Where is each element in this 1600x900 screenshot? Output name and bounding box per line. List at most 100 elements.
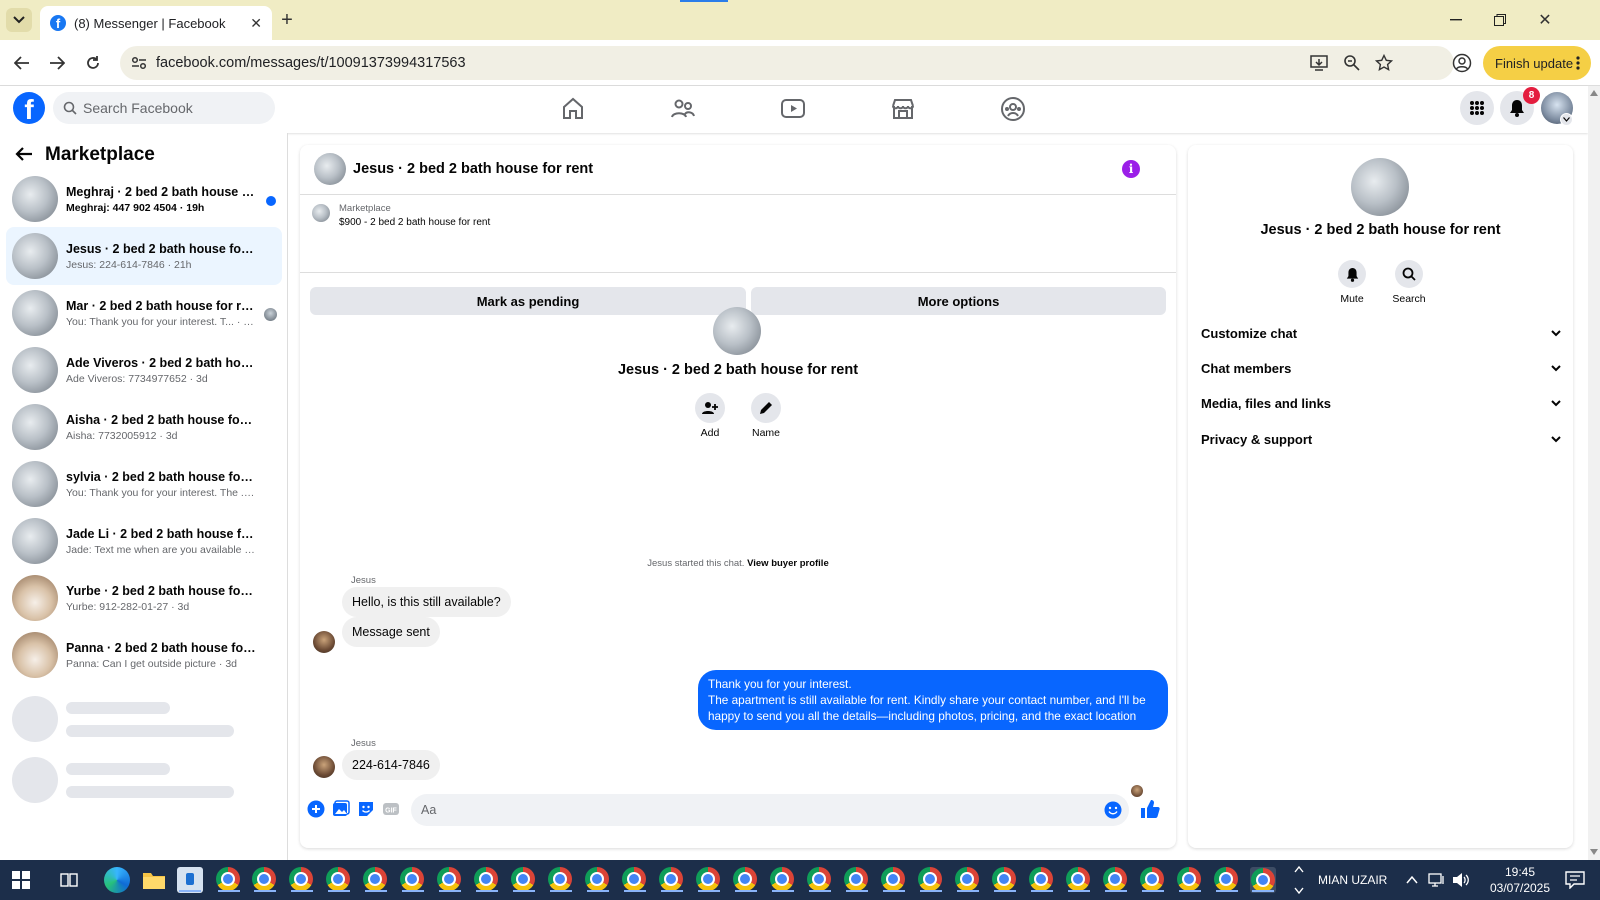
network-icon[interactable] (1428, 872, 1446, 888)
home-icon[interactable] (560, 96, 586, 122)
close-tab-icon[interactable]: ✕ (250, 15, 262, 32)
media-files-links-section[interactable]: Media, files and links (1201, 388, 1561, 418)
chrome-window-button[interactable] (216, 867, 242, 893)
incoming-message[interactable]: 224-614-7846 (342, 750, 440, 780)
details-avatar[interactable] (1351, 158, 1409, 216)
profile-icon[interactable] (1452, 53, 1472, 73)
site-settings-icon[interactable] (131, 56, 147, 70)
chrome-window-button[interactable] (437, 867, 463, 893)
thumbs-up-icon[interactable] (1140, 799, 1160, 819)
chrome-window-button[interactable] (881, 867, 907, 893)
menu-button[interactable] (1460, 91, 1494, 125)
chrome-window-button[interactable] (363, 867, 389, 893)
chrome-window-button[interactable] (1140, 867, 1166, 893)
chrome-window-button[interactable] (400, 867, 426, 893)
more-options-button[interactable]: More options (751, 287, 1166, 315)
conversation-item[interactable]: Yurbe · 2 bed 2 bath house for rent Yurbe… (6, 569, 282, 627)
clock-time[interactable]: 19:45 (1490, 865, 1550, 879)
chat-title[interactable]: Jesus · 2 bed 2 bath house for rent (353, 161, 593, 177)
reload-button[interactable] (81, 51, 105, 75)
buyer-profile-avatar[interactable] (713, 307, 761, 355)
chrome-window-button[interactable] (733, 867, 759, 893)
incoming-message[interactable]: Message sent (342, 617, 440, 647)
windows-start-icon[interactable] (12, 871, 30, 889)
privacy-support-section[interactable]: Privacy & support (1201, 424, 1561, 454)
listing-price[interactable]: $900 - 2 bed 2 bath house for rent (339, 217, 490, 228)
chrome-window-button[interactable] (696, 867, 722, 893)
info-icon[interactable]: i (1122, 160, 1140, 178)
chrome-window-button[interactable] (1029, 867, 1055, 893)
marketplace-icon[interactable] (890, 96, 916, 122)
zoom-icon[interactable] (1343, 54, 1361, 72)
chrome-window-button[interactable] (622, 867, 648, 893)
close-window-button[interactable]: ✕ (1533, 8, 1557, 32)
chrome-window-button[interactable] (548, 867, 574, 893)
scroll-up-icon[interactable] (1590, 90, 1598, 96)
watch-video-icon[interactable] (780, 96, 806, 122)
customize-chat-section[interactable]: Customize chat (1201, 318, 1561, 348)
chrome-window-button[interactable] (1177, 867, 1203, 893)
volume-icon[interactable] (1452, 872, 1470, 888)
taskbar-username[interactable]: MIAN UZAIR (1318, 873, 1387, 887)
facebook-search-input[interactable]: Search Facebook (53, 92, 275, 124)
address-bar[interactable]: facebook.com/messages/t/1009137399431756… (120, 46, 1454, 80)
listing-thumbnail[interactable] (312, 204, 330, 222)
back-button[interactable] (10, 51, 34, 75)
chrome-window-button[interactable] (474, 867, 500, 893)
chrome-window-button[interactable] (659, 867, 685, 893)
forward-button[interactable] (45, 51, 69, 75)
gif-icon[interactable]: GIF (382, 800, 400, 818)
chat-members-section[interactable]: Chat members (1201, 353, 1561, 383)
photo-icon[interactable] (332, 800, 350, 818)
friends-icon[interactable] (670, 96, 696, 122)
chrome-window-button[interactable] (1103, 867, 1129, 893)
mark-as-pending-button[interactable]: Mark as pending (310, 287, 746, 315)
chrome-window-button-active[interactable] (1250, 867, 1276, 893)
conversation-item[interactable]: Aisha · 2 bed 2 bath house for rent Aisha… (6, 398, 282, 456)
file-explorer-icon[interactable] (141, 867, 167, 893)
sender-avatar[interactable] (313, 631, 335, 653)
add-people-button[interactable] (695, 393, 725, 423)
chevron-up-icon[interactable] (1406, 875, 1418, 884)
facebook-logo[interactable]: f (13, 92, 45, 124)
plus-circle-icon[interactable] (307, 800, 325, 818)
groups-icon[interactable] (1000, 96, 1026, 122)
chat-avatar[interactable] (314, 153, 346, 185)
chrome-window-button[interactable] (585, 867, 611, 893)
conversation-item[interactable]: Ade Viveros · 2 bed 2 bath house for ren… (6, 341, 282, 399)
outgoing-message[interactable]: Thank you for your interest. The apartme… (698, 670, 1168, 730)
message-input[interactable]: Aa (411, 794, 1129, 826)
taskbar-overflow-arrows-icon[interactable] (1294, 864, 1304, 896)
new-tab-button[interactable]: + (276, 9, 298, 31)
page-scrollbar[interactable] (1588, 86, 1600, 860)
install-app-icon[interactable] (1310, 54, 1328, 72)
chrome-window-button[interactable] (770, 867, 796, 893)
incoming-message[interactable]: Hello, is this still available? (342, 587, 511, 617)
app-window-icon[interactable] (177, 867, 203, 893)
chrome-window-button[interactable] (807, 867, 833, 893)
finish-update-button[interactable]: Finish update (1483, 46, 1591, 80)
sticker-icon[interactable] (357, 800, 375, 818)
chrome-window-button[interactable] (511, 867, 537, 893)
chrome-window-button[interactable] (252, 867, 278, 893)
emoji-icon[interactable] (1104, 801, 1122, 819)
chrome-window-button[interactable] (1214, 867, 1240, 893)
search-in-chat-button[interactable] (1395, 260, 1423, 288)
chrome-window-button[interactable] (844, 867, 870, 893)
tab-search-button[interactable] (6, 8, 32, 32)
task-view-icon[interactable] (60, 872, 78, 888)
scroll-down-icon[interactable] (1590, 849, 1598, 855)
sender-avatar[interactable] (313, 756, 335, 778)
conversation-item[interactable]: sylvia · 2 bed 2 bath house for rent You:… (6, 455, 282, 513)
view-buyer-profile-link[interactable]: View buyer profile (747, 558, 829, 569)
edit-name-button[interactable] (751, 393, 781, 423)
back-arrow-icon[interactable] (15, 146, 33, 162)
clock-date[interactable]: 03/07/2025 (1482, 881, 1558, 895)
chrome-window-button[interactable] (289, 867, 315, 893)
edge-browser-icon[interactable] (104, 867, 130, 893)
bookmark-star-icon[interactable] (1375, 54, 1393, 72)
conversation-item[interactable]: Panna · 2 bed 2 bath house for rent Panna… (6, 626, 282, 684)
conversation-item[interactable]: Mar · 2 bed 2 bath house for rent You: Th… (6, 284, 282, 342)
conversation-item[interactable]: Meghraj · 2 bed 2 bath house for rent Meg… (6, 170, 282, 228)
minimize-button[interactable] (1444, 8, 1468, 32)
